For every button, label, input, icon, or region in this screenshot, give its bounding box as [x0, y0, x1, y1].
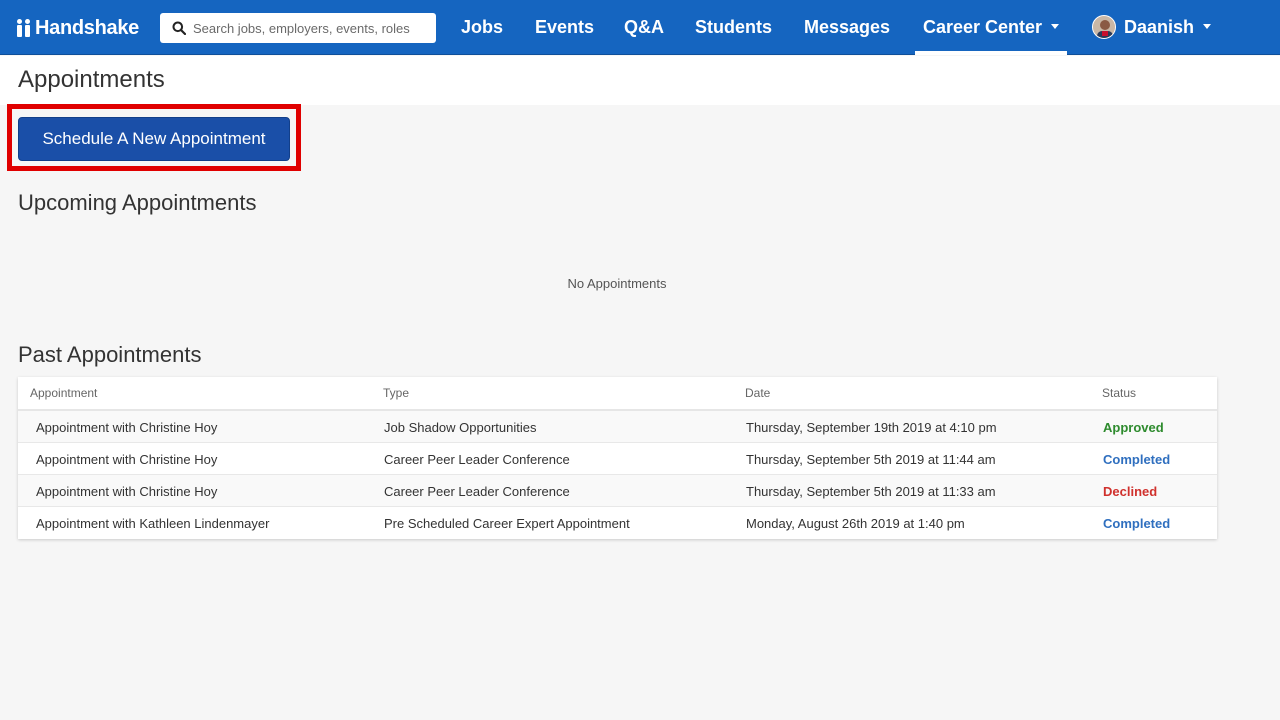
status-badge: Completed: [1103, 452, 1171, 467]
nav-messages[interactable]: Messages: [804, 0, 890, 55]
chevron-down-icon: [1051, 23, 1060, 29]
avatar[interactable]: [1092, 15, 1116, 39]
cell-type: Career Peer Leader Conference: [384, 484, 570, 499]
upcoming-appointments-title: Upcoming Appointments: [18, 190, 257, 215]
user-menu[interactable]: Daanish: [1124, 0, 1212, 55]
nav-career-center-label: Career Center: [923, 17, 1043, 37]
column-header-type[interactable]: Type: [383, 386, 409, 400]
handshake-logo-icon: [17, 19, 32, 37]
chevron-down-icon: [1203, 23, 1212, 29]
search-box[interactable]: [160, 13, 436, 43]
past-appointments-table: Appointment Type Date Status Appointment…: [18, 377, 1217, 539]
top-navbar: Handshake Jobs Events Q&A Students Messa…: [0, 0, 1280, 55]
table-row[interactable]: Appointment with Kathleen Lindenmayer Pr…: [18, 507, 1217, 539]
column-header-appointment[interactable]: Appointment: [30, 386, 97, 400]
page-title: Appointments: [18, 66, 165, 93]
nav-career-center[interactable]: Career Center: [914, 0, 1068, 55]
nav-events[interactable]: Events: [535, 0, 594, 55]
table-row[interactable]: Appointment with Christine Hoy Career Pe…: [18, 443, 1217, 475]
cell-appointment: Appointment with Christine Hoy: [36, 452, 218, 467]
user-avatar-icon: [1093, 16, 1115, 38]
cell-appointment: Appointment with Kathleen Lindenmayer: [36, 516, 270, 531]
table-header: Appointment Type Date Status: [18, 377, 1217, 411]
status-badge: Declined: [1103, 484, 1158, 499]
user-name: Daanish: [1124, 17, 1195, 37]
logo-text: Handshake: [35, 16, 140, 39]
cell-date: Monday, August 26th 2019 at 1:40 pm: [746, 516, 965, 531]
status-badge: Approved: [1103, 420, 1164, 435]
nav-jobs[interactable]: Jobs: [461, 0, 503, 55]
search-icon: [172, 21, 186, 35]
cell-date: Thursday, September 5th 2019 at 11:44 am: [746, 452, 996, 467]
column-header-date[interactable]: Date: [745, 386, 770, 400]
schedule-new-appointment-button[interactable]: Schedule A New Appointment: [18, 117, 290, 161]
cell-type: Career Peer Leader Conference: [384, 452, 570, 467]
table-row[interactable]: Appointment with Christine Hoy Job Shado…: [18, 411, 1217, 443]
cell-date: Thursday, September 19th 2019 at 4:10 pm: [746, 420, 997, 435]
cell-date: Thursday, September 5th 2019 at 11:33 am: [746, 484, 996, 499]
cell-appointment: Appointment with Christine Hoy: [36, 484, 218, 499]
status-badge: Completed: [1103, 516, 1171, 531]
cell-type: Job Shadow Opportunities: [384, 420, 537, 435]
column-header-status[interactable]: Status: [1102, 386, 1136, 400]
search-input[interactable]: [193, 20, 433, 36]
cell-type: Pre Scheduled Career Expert Appointment: [384, 516, 630, 531]
past-appointments-title: Past Appointments: [18, 342, 202, 367]
upcoming-empty-message: No Appointments: [567, 276, 667, 291]
handshake-logo[interactable]: Handshake: [17, 15, 139, 41]
page-header: [0, 56, 1280, 105]
table-body: Appointment with Christine Hoy Job Shado…: [18, 411, 1217, 539]
nav-qa[interactable]: Q&A: [624, 0, 664, 55]
table-row[interactable]: Appointment with Christine Hoy Career Pe…: [18, 475, 1217, 507]
nav-students[interactable]: Students: [695, 0, 772, 55]
cell-appointment: Appointment with Christine Hoy: [36, 420, 218, 435]
